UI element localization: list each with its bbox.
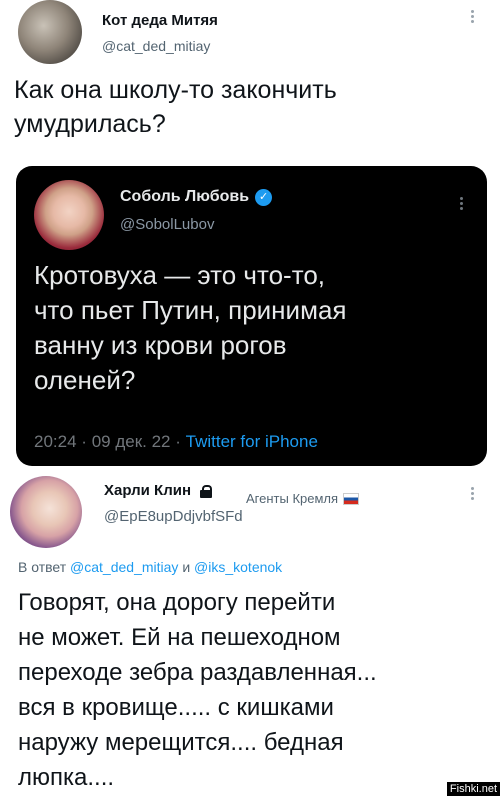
more-options-icon[interactable] — [471, 10, 475, 25]
replying-to-line: В ответ @cat_ded_mitiay и @iks_kotenok — [18, 559, 282, 575]
quoted-author-handle[interactable]: @SobolLubov — [120, 216, 214, 233]
quoted-author-avatar[interactable] — [34, 180, 104, 250]
quoted-tweet-card[interactable]: Соболь Любовь ✓ @SobolLubov Кротовуха — … — [16, 166, 487, 466]
author-avatar[interactable] — [18, 0, 82, 64]
lock-icon — [199, 484, 213, 498]
author-handle[interactable]: @cat_ded_mitiay — [102, 38, 210, 54]
tweet-source-link[interactable]: Twitter for iPhone — [186, 432, 318, 451]
more-options-icon[interactable] — [460, 197, 464, 212]
reply-author-name[interactable]: Харли Клин — [104, 482, 191, 499]
affiliation-label: Агенты Кремля — [246, 491, 339, 506]
quoted-time: 20:24 — [34, 432, 77, 451]
russian-flag-icon — [343, 492, 360, 505]
reply-author-name-row[interactable]: Харли Клин — [104, 482, 213, 499]
quoted-author-name-row[interactable]: Соболь Любовь ✓ — [120, 188, 273, 206]
meta-separator: · — [81, 432, 87, 451]
meta-separator: · — [175, 432, 181, 451]
quoted-tweet-meta: 20:24 · 09 дек. 22 · Twitter for iPhone — [34, 432, 318, 452]
watermark: Fishki.net — [446, 782, 500, 796]
reply-prefix: В ответ — [18, 559, 67, 575]
quoted-author-name[interactable]: Соболь Любовь — [120, 188, 249, 206]
affiliation-badge: Агенты Кремля — [246, 491, 360, 506]
author-name[interactable]: Кот деда Митяя — [102, 12, 218, 29]
reply-conjunction: и — [182, 559, 191, 575]
reply-author-avatar[interactable] — [10, 476, 82, 548]
reply-text: Говорят, она дорогу перейти не может. Ей… — [18, 589, 377, 791]
verified-badge-icon: ✓ — [255, 188, 273, 206]
reply-mention-1[interactable]: @cat_ded_mitiay — [70, 559, 178, 575]
reply-mention-2[interactable]: @iks_kotenok — [194, 559, 282, 575]
more-options-icon[interactable] — [471, 487, 475, 502]
quoted-tweet-text: Кротовуха — это что-то, что пьет Путин, … — [34, 260, 347, 395]
tweet-text: Как она школу-то закончить умудрилась? — [14, 76, 337, 138]
quoted-date: 09 дек. 22 — [91, 432, 171, 451]
reply-author-handle[interactable]: @EpE8upDdjvbfSFd — [104, 508, 243, 525]
